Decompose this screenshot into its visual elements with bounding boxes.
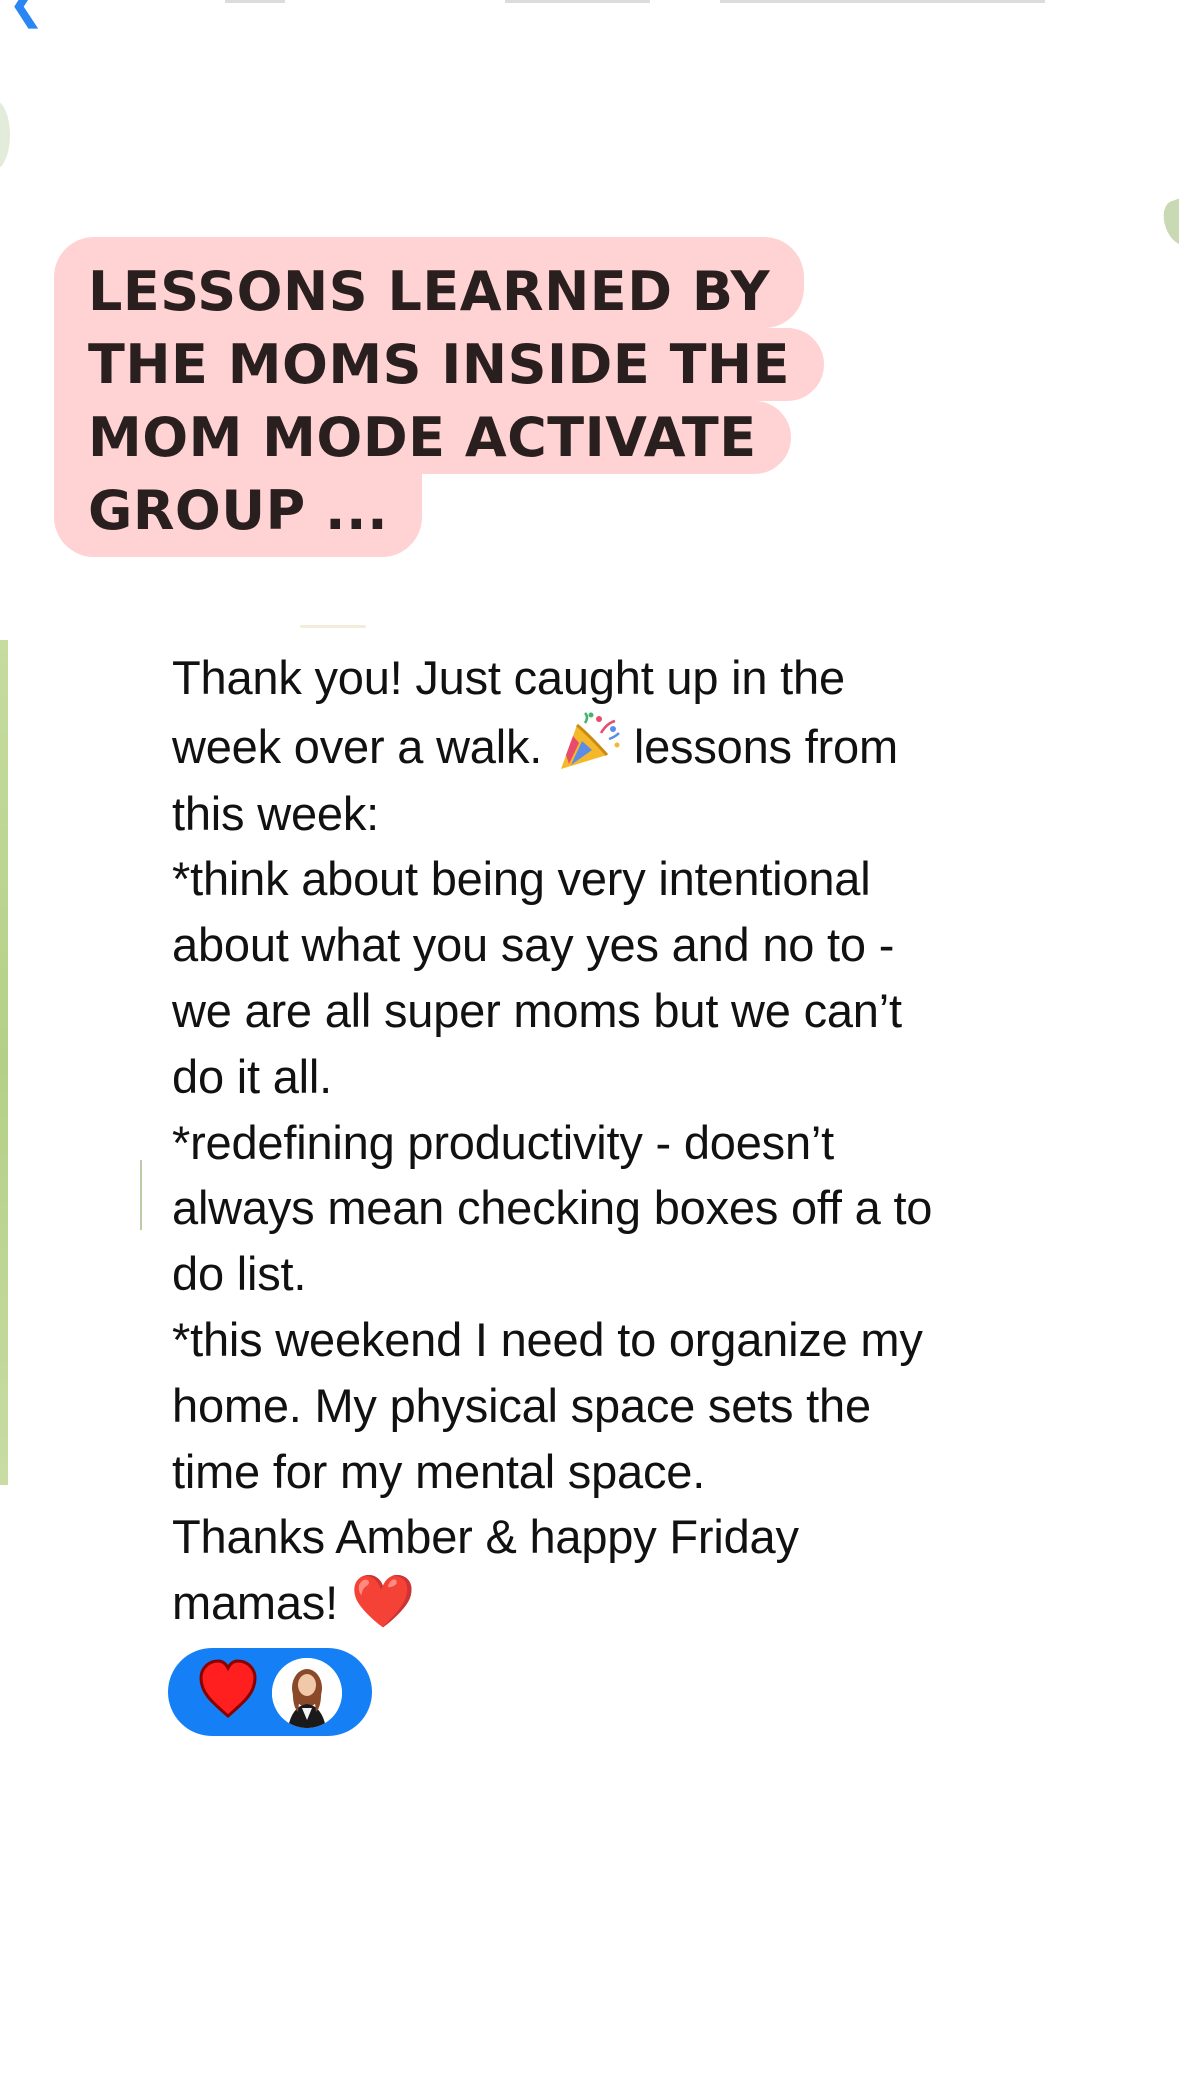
title-line: THE MOMS INSIDE THE [54,328,824,401]
message-line: do list. [172,1247,307,1301]
divider [140,1160,142,1230]
message-line: this week: [172,786,379,840]
message-line: *redefining productivity - doesn’t [172,1115,835,1169]
message-line: always mean checking boxes off a to [172,1181,933,1235]
nav-fragment [720,0,1045,3]
leaf-decoration [1157,196,1179,250]
message-line: do it all. [172,1049,332,1103]
nav-fragment [505,0,650,3]
red-heart-icon: ❤️ [350,1572,416,1633]
message-text: Thank you! Just caught up in the week ov… [172,645,1052,1636]
message-line: Thanks Amber & happy Friday [172,1510,799,1564]
highlighted-title: LESSONS LEARNED BY THE MOMS INSIDE THE M… [54,237,824,557]
leaf-decoration [0,100,10,170]
title-line: GROUP ... [54,474,423,557]
message-line: mamas! ❤️ [172,1570,1052,1636]
top-nav-strip: ❮ [0,0,1179,28]
message-line: Thank you! Just caught up in the [172,651,845,704]
nav-fragment [225,0,285,3]
message-fragment: mamas! [172,1576,338,1630]
message-line: about what you say yes and no to - [172,918,895,972]
message-fragment: week over a walk. [172,719,543,773]
message-line: time for my mental space. [172,1444,706,1498]
leaf-decoration [0,640,8,1485]
message-line: we are all super moms but we can’t [172,983,902,1037]
faint-mark [300,625,366,628]
avatar [272,1658,342,1728]
heart-reaction-pill[interactable] [168,1648,372,1736]
party-popper-icon [555,711,621,775]
message-line: home. My physical space sets the [172,1378,871,1432]
back-chevron-icon[interactable]: ❮ [8,0,45,29]
title-line: MOM MODE ACTIVATE [54,401,791,474]
heart-icon [199,1659,257,1718]
message-fragment: lessons from [633,719,898,773]
message-line: *think about being very intentional [172,852,871,906]
message-line: week over a walk. lessons from [172,711,1052,781]
message-line: *this weekend I need to organize my [172,1312,923,1366]
title-line: LESSONS LEARNED BY [54,237,805,328]
